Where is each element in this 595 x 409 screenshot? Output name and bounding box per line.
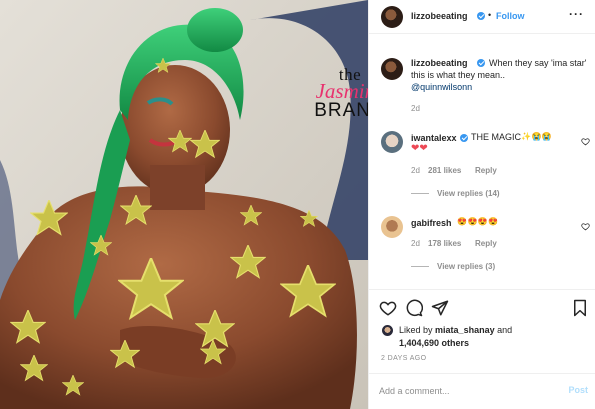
comment-icon[interactable] — [405, 299, 423, 317]
post-photo[interactable]: the Jasmine BRAND — [0, 0, 368, 409]
view-replies-line — [411, 266, 429, 268]
comment-username[interactable]: iwantalexx — [411, 133, 457, 143]
reply-button[interactable]: Reply — [475, 166, 497, 175]
post-comment-button[interactable]: Post — [568, 385, 588, 395]
liked-by-avatar[interactable] — [381, 324, 394, 337]
verified-badge-icon — [460, 134, 468, 142]
comment-time[interactable]: 2d — [411, 239, 420, 248]
comment-avatar[interactable] — [381, 131, 403, 153]
comment-emoji: ✨😭😭 — [521, 132, 553, 141]
view-replies-button[interactable]: View replies (14) — [411, 189, 500, 198]
comment-time[interactable]: 2d — [411, 166, 420, 175]
comment-likes[interactable]: 178 likes — [428, 239, 461, 248]
post-time-ago[interactable]: 2 DAYS AGO — [381, 355, 427, 362]
comment-like-heart-icon[interactable] — [581, 222, 590, 231]
watermark-line-3: BRAND — [314, 100, 368, 121]
comment-avatar[interactable] — [381, 216, 403, 238]
view-replies-label: View replies (14) — [437, 189, 500, 198]
liked-by-prefix: Liked by — [399, 325, 433, 335]
watermark-line-2: Jasmine — [315, 79, 368, 103]
liked-by-user[interactable]: miata_shanay — [435, 325, 495, 335]
verified-badge-icon — [477, 12, 485, 20]
caption-time[interactable]: 2d — [411, 104, 420, 113]
view-replies-button[interactable]: View replies (3) — [411, 262, 495, 271]
comment-likes-label: 281 likes — [428, 166, 462, 175]
avatar[interactable] — [381, 6, 403, 28]
watermark: the Jasmine BRAND — [300, 66, 368, 120]
comment-likes-label: 178 likes — [428, 239, 462, 248]
bookmark-icon[interactable] — [571, 299, 589, 317]
caption-text: When they say 'ima star' this is what th… — [411, 58, 587, 80]
header-username[interactable]: lizzobeeating — [411, 11, 468, 21]
reply-label: Reply — [475, 166, 497, 175]
comment-input[interactable] — [379, 384, 549, 398]
caption-avatar[interactable] — [381, 58, 403, 80]
view-replies-line — [411, 193, 429, 195]
reply-button[interactable]: Reply — [475, 239, 497, 248]
comment-emoji: 😍😍😍😍 — [457, 217, 499, 226]
view-replies-label: View replies (3) — [437, 262, 496, 271]
photo-illustration — [0, 0, 368, 409]
heart-icon[interactable] — [379, 299, 397, 317]
comment-like-heart-icon[interactable] — [581, 137, 590, 146]
likes-count[interactable]: 1,404,690 others — [399, 338, 469, 348]
heart-emoji: ❤❤ — [411, 143, 428, 154]
liked-by-line: Liked by miata_shanay and — [399, 325, 512, 335]
instagram-post: the Jasmine BRAND lizzobeeating • Follow… — [0, 0, 595, 409]
more-options-icon[interactable]: ··· — [569, 7, 584, 21]
caption-mention[interactable]: @quinnwilsonn — [411, 82, 472, 92]
actions-divider — [369, 289, 595, 290]
post-side-panel: lizzobeeating • Follow ··· lizzobeeating… — [368, 0, 595, 409]
comment-text: THE MAGIC — [471, 132, 522, 142]
comment-bar: Post — [369, 373, 595, 409]
liked-by-and: and — [497, 325, 513, 335]
comment-username[interactable]: gabifresh — [411, 218, 452, 228]
separator-dot: • — [488, 10, 492, 20]
comment-likes[interactable]: 281 likes — [428, 166, 461, 175]
reply-label: Reply — [475, 239, 497, 248]
post-header: lizzobeeating • Follow ··· — [369, 0, 595, 34]
share-icon[interactable] — [431, 299, 449, 317]
follow-button[interactable]: Follow — [496, 11, 525, 21]
